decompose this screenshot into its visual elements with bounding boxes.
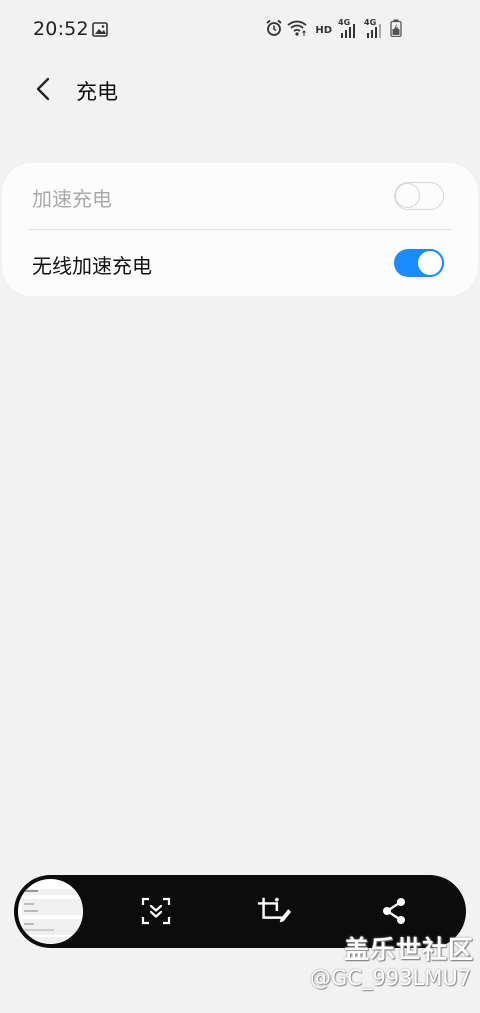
share-button[interactable] — [376, 893, 412, 929]
status-icons: HD 4G 4G — [265, 18, 402, 41]
gallery-icon — [92, 22, 108, 41]
crop-edit-button[interactable] — [256, 893, 292, 929]
crop-edit-icon — [257, 897, 292, 923]
signal-2: 4G — [364, 18, 386, 40]
share-icon — [383, 898, 405, 924]
thumbnail-line — [24, 923, 34, 925]
status-time: 20:52 — [33, 18, 89, 40]
thumbnail-line — [24, 903, 34, 905]
screen: 20:52 HD 4G 4G 充电 加速充电 无线加速充电 盖乐世社区 @GC_… — [0, 0, 480, 1013]
setting-label: 加速充电 — [32, 187, 112, 211]
back-button[interactable] — [26, 72, 60, 106]
setting-fast-wireless-charging[interactable]: 无线加速充电 — [2, 230, 478, 296]
fast-wireless-charging-toggle[interactable] — [394, 249, 444, 277]
setting-label: 无线加速充电 — [32, 254, 152, 278]
alarm-icon — [265, 19, 283, 41]
thumbnail-line — [24, 890, 38, 892]
wifi-icon — [287, 19, 309, 41]
thumbnail-block — [22, 937, 82, 943]
status-bar: 20:52 HD 4G 4G — [0, 0, 480, 60]
settings-card: 加速充电 无线加速充电 — [2, 163, 478, 296]
signal-1: 4G — [338, 18, 360, 40]
watermark-brand: 盖乐世社区 — [344, 935, 475, 964]
hd-badge: HD — [315, 24, 332, 36]
toggle-knob — [395, 183, 420, 208]
thumbnail-line — [24, 929, 54, 931]
battery-charging-icon — [390, 19, 402, 41]
toggle-knob — [416, 249, 444, 277]
setting-fast-charging: 加速充电 — [2, 163, 478, 229]
app-header: 充电 — [0, 60, 480, 120]
thumbnail-block — [22, 899, 82, 915]
thumbnail-block — [22, 919, 82, 935]
scroll-capture-button[interactable] — [138, 893, 174, 929]
screenshot-thumbnail[interactable] — [16, 877, 85, 946]
signal-icon — [367, 24, 381, 38]
signal-icon — [341, 24, 355, 38]
scroll-capture-icon — [141, 897, 171, 925]
fast-charging-toggle[interactable] — [394, 182, 444, 210]
chevron-left-icon — [36, 77, 50, 101]
page-title: 充电 — [76, 80, 118, 104]
watermark-user: @GC_993LMU7 — [310, 966, 472, 990]
thumbnail-line — [24, 910, 38, 912]
